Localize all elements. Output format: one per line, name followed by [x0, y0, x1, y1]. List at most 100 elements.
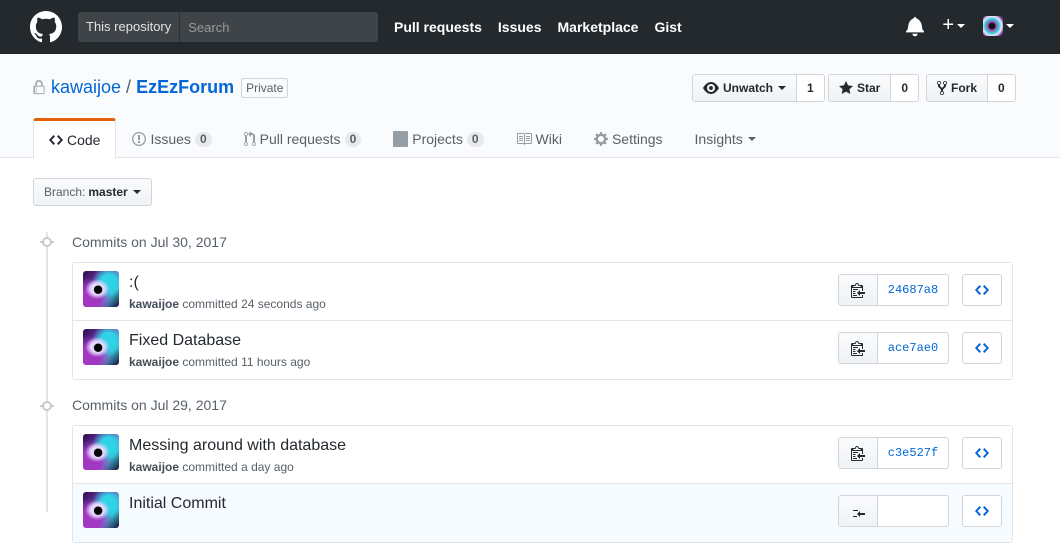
avatar[interactable] — [83, 271, 119, 307]
clippy-icon — [851, 283, 865, 298]
tab-label: Code — [67, 131, 101, 148]
commit-message[interactable]: Fixed Database — [129, 332, 241, 350]
tab-label: Projects — [412, 131, 463, 147]
copy-sha-button[interactable] — [838, 437, 878, 469]
watch-group: Unwatch 1 — [692, 74, 825, 102]
repo-title: kawaijoe / EzEzForum Private — [33, 77, 289, 98]
star-label: Star — [857, 81, 881, 95]
commit-time: 11 hours ago — [241, 355, 311, 369]
commit-author[interactable]: kawaijoe — [129, 355, 179, 369]
commit-message[interactable]: :( — [129, 274, 139, 292]
copy-sha-button[interactable] — [838, 495, 878, 527]
commit-author[interactable]: kawaijoe — [129, 460, 179, 474]
plus-icon: + — [942, 14, 954, 36]
tab-issues[interactable]: Issues 0 — [116, 118, 227, 158]
star-group: Star 0 — [828, 74, 920, 102]
git-commit-icon — [40, 237, 54, 247]
tab-code[interactable]: Code — [33, 118, 117, 159]
commit-verb: committed — [182, 460, 238, 474]
chevron-down-icon — [778, 86, 787, 90]
copy-sha-button[interactable] — [838, 274, 878, 306]
user-menu-button[interactable] — [983, 15, 1014, 36]
tab-label: Settings — [611, 131, 663, 147]
commit-meta: kawaijoe committed 11 hours ago — [129, 355, 310, 369]
commit-group-title: Commits on Jul 30, 2017 — [72, 234, 227, 250]
tab-projects[interactable]: Projects 0 — [377, 118, 499, 158]
tab-settings[interactable]: Settings — [578, 118, 679, 158]
star-count[interactable]: 0 — [891, 74, 920, 102]
global-header: This repository Pull requests Issues Mar… — [0, 0, 1060, 54]
repo-forked-icon — [937, 80, 947, 96]
repo-name-link[interactable]: EzEzForum — [136, 77, 234, 97]
bell-icon[interactable] — [906, 15, 925, 37]
avatar[interactable] — [83, 492, 119, 528]
private-badge: Private — [241, 77, 289, 98]
book-icon — [516, 133, 532, 145]
avatar[interactable] — [83, 329, 119, 365]
tab-label: Insights — [694, 131, 743, 147]
path-separator: / — [126, 77, 132, 97]
avatar[interactable] — [83, 434, 119, 470]
create-new-button[interactable]: + — [942, 14, 965, 37]
code-icon — [975, 448, 989, 458]
watch-count[interactable]: 1 — [797, 74, 825, 102]
nav-issues[interactable]: Issues — [498, 19, 542, 35]
browse-repo-button[interactable] — [962, 332, 1002, 364]
search-scope-label: This repository — [78, 12, 181, 42]
commit-message[interactable]: Messing around with database — [129, 437, 346, 455]
git-pull-request-icon — [243, 131, 256, 146]
sha-group — [838, 495, 949, 527]
commit-sha-link[interactable] — [878, 495, 949, 527]
sha-group: c3e527f — [838, 437, 949, 469]
commit-message[interactable]: Initial Commit — [129, 495, 226, 513]
commit-row: :( kawaijoe committed 24 seconds ago 246… — [73, 263, 1012, 321]
repo-owner-link[interactable]: kawaijoe — [51, 77, 121, 98]
commit-row: Initial Commit — [73, 484, 1012, 542]
avatar — [983, 15, 1003, 36]
fork-button[interactable]: Fork — [926, 74, 989, 102]
gear-icon — [593, 132, 608, 146]
browse-repo-button[interactable] — [962, 274, 1002, 306]
eye-icon — [703, 82, 719, 94]
tab-pull-requests[interactable]: Pull requests 0 — [228, 118, 378, 158]
copy-sha-button[interactable] — [838, 332, 878, 364]
github-logo-icon[interactable] — [30, 11, 62, 43]
nav-marketplace[interactable]: Marketplace — [558, 19, 639, 35]
browse-repo-button[interactable] — [962, 495, 1002, 527]
commit-sha-link[interactable]: ace7ae0 — [878, 332, 949, 364]
pull-requests-counter: 0 — [344, 131, 362, 147]
header-nav: Pull requests Issues Marketplace Gist — [394, 0, 698, 54]
star-button[interactable]: Star — [828, 74, 892, 102]
issues-counter: 0 — [194, 131, 212, 147]
issue-icon — [132, 132, 147, 146]
commit-meta: kawaijoe committed a day ago — [129, 460, 294, 474]
sha-group: ace7ae0 — [838, 332, 949, 364]
commit-author[interactable]: kawaijoe — [129, 297, 179, 311]
browse-repo-button[interactable] — [962, 437, 1002, 469]
commit-row: Fixed Database kawaijoe committed 11 hou… — [73, 321, 1012, 379]
branch-select-button[interactable]: Branch: master — [33, 178, 152, 206]
search-box: This repository — [78, 12, 378, 42]
chevron-down-icon — [1006, 23, 1014, 28]
fork-count[interactable]: 0 — [988, 74, 1016, 102]
chevron-down-icon — [747, 137, 756, 141]
unwatch-label: Unwatch — [723, 81, 774, 95]
commits-timeline — [46, 232, 48, 512]
commit-sha-link[interactable]: 24687a8 — [878, 274, 949, 306]
tab-insights[interactable]: Insights — [679, 118, 772, 158]
search-input[interactable] — [180, 12, 378, 42]
star-icon — [839, 81, 853, 94]
commit-group-title: Commits on Jul 29, 2017 — [72, 397, 227, 413]
nav-gist[interactable]: Gist — [654, 19, 681, 35]
unwatch-button[interactable]: Unwatch — [692, 74, 798, 102]
project-icon — [393, 131, 409, 147]
repo-nav: Code Issues 0 Pull requests 0 Projects 0 — [33, 118, 772, 159]
nav-pull-requests[interactable]: Pull requests — [394, 19, 482, 35]
sha-group: 24687a8 — [838, 274, 949, 306]
tab-label: Pull requests — [259, 131, 341, 147]
tab-wiki[interactable]: Wiki — [500, 118, 578, 158]
commit-meta: kawaijoe committed 24 seconds ago — [129, 297, 326, 311]
commit-sha-link[interactable]: c3e527f — [878, 437, 949, 469]
fork-label: Fork — [951, 81, 978, 95]
commit-list: Messing around with database kawaijoe co… — [72, 425, 1013, 543]
